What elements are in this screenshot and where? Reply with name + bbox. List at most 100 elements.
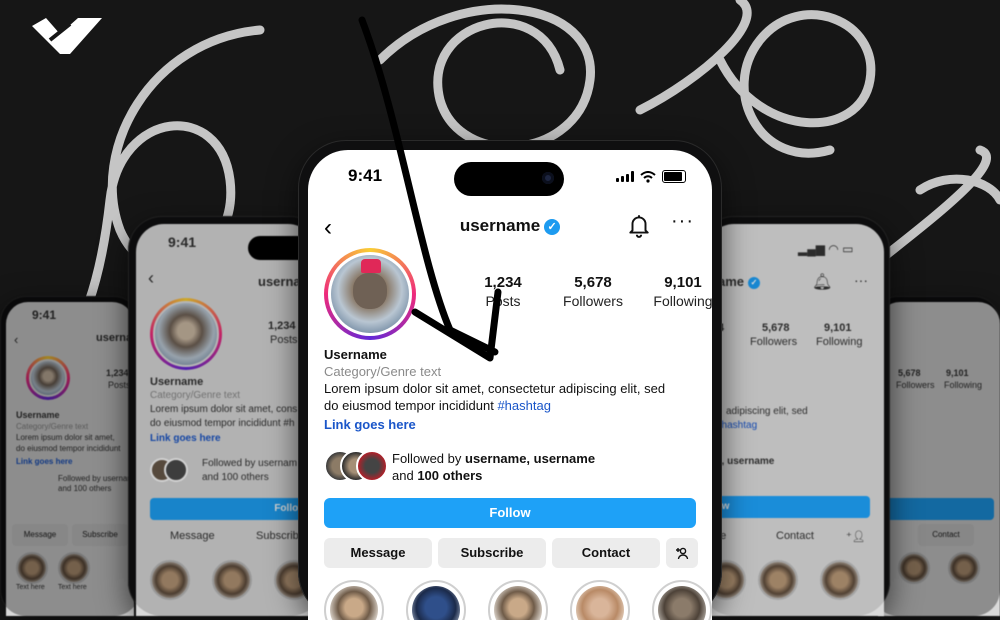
stat-number: 1,234 bbox=[484, 274, 522, 291]
stat-posts[interactable]: 1,234 Posts bbox=[458, 274, 548, 309]
follow-button[interactable] bbox=[884, 498, 994, 520]
stat-number: 5,678 bbox=[898, 368, 921, 378]
story-highlight[interactable] bbox=[488, 580, 548, 620]
story-highlight[interactable] bbox=[758, 560, 798, 600]
profile-link[interactable]: Link goes here bbox=[16, 457, 72, 466]
stat-label: Following bbox=[816, 336, 863, 348]
profile-stats: 1,234 Posts 5,678 Followers 9,101 Follow… bbox=[458, 274, 712, 309]
stat-number: 5,678 bbox=[574, 274, 612, 291]
story-highlight[interactable] bbox=[948, 552, 980, 584]
message-button[interactable]: Message bbox=[170, 530, 215, 542]
profile-avatar bbox=[26, 356, 70, 400]
stat-number: 1,234 bbox=[268, 320, 296, 332]
profile-hashtag[interactable]: #hashtag bbox=[497, 398, 551, 413]
profile-hashtag[interactable]: #hashtag bbox=[716, 420, 757, 431]
camera-icon bbox=[542, 172, 554, 184]
followed-by-others: and 100 others bbox=[58, 484, 112, 493]
add-person-button[interactable] bbox=[666, 538, 698, 568]
stat-label: Following bbox=[944, 380, 983, 390]
profile-category: Category/Genre text bbox=[324, 364, 442, 379]
far-left-phone-screen: 9:41 ‹ username 1,234 Posts Username Cat… bbox=[6, 302, 134, 616]
stat-label: Following bbox=[653, 293, 712, 309]
main-phone: 9:41 ‹ username ✓ ··· 1,234 Posts 5,678 … bbox=[298, 140, 722, 620]
contact-button[interactable]: Contact bbox=[776, 530, 814, 542]
profile-name: Username bbox=[324, 347, 387, 362]
message-button[interactable]: Message bbox=[324, 538, 432, 568]
stat-following[interactable]: 9,101 Following bbox=[638, 274, 712, 309]
story-highlight[interactable] bbox=[58, 552, 90, 584]
status-time: 9:41 bbox=[32, 308, 57, 322]
profile-name: Username bbox=[150, 376, 204, 388]
story-highlight[interactable] bbox=[324, 580, 384, 620]
story-highlight[interactable] bbox=[898, 552, 930, 584]
stat-label: Followers bbox=[896, 380, 935, 390]
add-person-icon[interactable]: ⁺👤︎ bbox=[846, 530, 866, 543]
profile-bio-2: do eiusmod tempor incididunt bbox=[16, 444, 121, 453]
message-button[interactable]: Message bbox=[12, 524, 68, 546]
followed-by-text: e, username bbox=[716, 456, 775, 467]
profile-link[interactable]: Link goes here bbox=[150, 433, 221, 444]
profile-photo bbox=[331, 255, 409, 333]
stat-number: 9,101 bbox=[664, 274, 702, 291]
story-highlight[interactable] bbox=[570, 580, 630, 620]
stat-number: 1,234 bbox=[106, 368, 129, 378]
subscribe-button[interactable]: Subscribe bbox=[72, 524, 128, 546]
follow-button[interactable]: Follow bbox=[150, 498, 316, 520]
story-highlight[interactable] bbox=[212, 560, 252, 600]
profile-category: Category/Genre text bbox=[150, 390, 241, 401]
left-phone: 9:41 ‹ userna 1,234 Posts Username Categ… bbox=[128, 216, 324, 616]
story-highlight[interactable] bbox=[406, 580, 466, 620]
stat-label: Followers bbox=[563, 293, 623, 309]
profile-bio: adipiscing elit, sed bbox=[726, 406, 808, 417]
follower-avatar bbox=[356, 450, 388, 482]
follow-button[interactable]: Follow bbox=[324, 498, 696, 528]
stat-label: Followers bbox=[750, 336, 798, 348]
profile-actions: Message Subscribe Contact bbox=[324, 538, 698, 568]
subscribe-button[interactable]: Subscribe bbox=[438, 538, 546, 568]
status-icons bbox=[616, 170, 686, 183]
bell-icon[interactable] bbox=[626, 212, 652, 238]
stat-label: Posts bbox=[485, 293, 521, 309]
battery-icon bbox=[662, 170, 686, 183]
followed-by-others: and 100 others bbox=[202, 472, 269, 483]
stat-number: 9,101 bbox=[946, 368, 969, 378]
contact-button[interactable]: Contact bbox=[552, 538, 660, 568]
verified-badge-icon: ✓ bbox=[544, 219, 561, 235]
profile-avatar[interactable] bbox=[324, 248, 416, 340]
subscribe-button[interactable]: Subscrib bbox=[256, 530, 299, 542]
profile-bio: Lorem ipsum dolor sit amet, cons bbox=[150, 404, 298, 415]
far-left-phone: 9:41 ‹ username 1,234 Posts Username Cat… bbox=[0, 296, 140, 616]
follow-button[interactable]: llow bbox=[706, 496, 870, 518]
profile-name: Username bbox=[16, 410, 60, 420]
stat-number: 5,678 bbox=[762, 322, 790, 334]
profile-link[interactable]: Link goes here bbox=[324, 416, 696, 433]
right-phone: ▂▄▆ ◠ ▭ ame✓ 🔔︎ ··· 4 5,678 Followers 9,… bbox=[700, 216, 890, 616]
follower-avatar bbox=[164, 458, 188, 482]
contact-button[interactable]: Contact bbox=[918, 524, 974, 546]
profile-header-username: username bbox=[459, 216, 541, 235]
story-highlight[interactable] bbox=[150, 560, 190, 600]
profile-category: Category/Genre text bbox=[16, 422, 89, 431]
far-right-phone: 5,678 Followers 9,101 Following Contact bbox=[872, 296, 1000, 616]
followed-by-row[interactable]: Followed by username, username and 100 o… bbox=[324, 446, 696, 486]
more-options-icon[interactable]: ··· bbox=[854, 272, 868, 288]
profile-bio-line2: do eiusmod tempor incididunt #hashtag bbox=[324, 397, 696, 414]
story-highlight-label: Text here bbox=[16, 584, 45, 591]
profile-bio-section: Username Category/Genre text Lorem ipsum… bbox=[324, 346, 696, 433]
story-highlight[interactable] bbox=[652, 580, 712, 620]
profile-avatar bbox=[150, 298, 222, 370]
bell-icon[interactable]: 🔔︎ bbox=[812, 272, 832, 292]
status-time: 9:41 bbox=[168, 234, 197, 250]
left-phone-screen: 9:41 ‹ userna 1,234 Posts Username Categ… bbox=[136, 224, 316, 616]
right-phone-screen: ▂▄▆ ◠ ▭ ame✓ 🔔︎ ··· 4 5,678 Followers 9,… bbox=[706, 224, 884, 616]
stat-followers[interactable]: 5,678 Followers bbox=[548, 274, 638, 309]
back-icon: ‹ bbox=[14, 332, 19, 347]
followed-by-text: Followed by usernam bbox=[202, 458, 298, 469]
story-highlight[interactable] bbox=[820, 560, 860, 600]
more-options-icon[interactable]: ··· bbox=[671, 210, 694, 233]
story-highlight[interactable] bbox=[16, 552, 48, 584]
profile-bio: Lorem ipsum dolor sit amet, bbox=[16, 433, 115, 442]
profile-bio: Lorem ipsum dolor sit amet, consectetur … bbox=[324, 381, 666, 396]
profile-header-username: userna bbox=[258, 274, 301, 289]
back-icon[interactable]: ‹ bbox=[148, 268, 154, 289]
